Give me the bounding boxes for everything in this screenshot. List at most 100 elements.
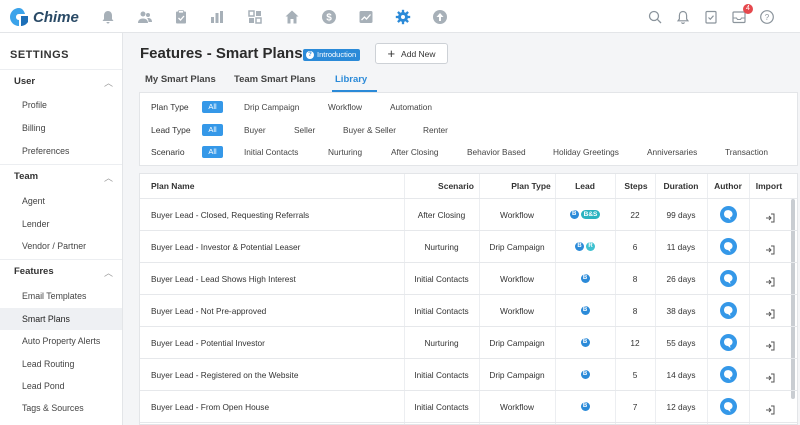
filter-automation[interactable]: Automation	[390, 102, 432, 112]
author-avatar[interactable]	[720, 206, 737, 223]
introduction-badge[interactable]: ? Introduction	[303, 49, 361, 61]
author-avatar[interactable]	[720, 398, 737, 415]
duration-cell: 26 days	[666, 274, 696, 284]
settings-icon[interactable]	[394, 8, 412, 26]
trend-icon[interactable]	[357, 8, 375, 26]
chevron-up-icon[interactable]: ︿	[104, 266, 113, 279]
import-icon[interactable]	[765, 242, 775, 255]
lead-type-badges: B	[555, 274, 615, 283]
sidebar-section-features[interactable]: Features	[14, 266, 54, 277]
table-row[interactable]: Buyer Lead - Closed, Requesting Referral…	[140, 199, 797, 230]
filter-renter[interactable]: Renter	[423, 125, 448, 135]
plan-name-cell[interactable]: Buyer Lead - Lead Shows High Interest	[151, 273, 296, 285]
lead-badge: B	[580, 402, 590, 411]
plan-type-cell: Drip Campaign	[489, 338, 545, 348]
filter-buyer[interactable]: Buyer	[244, 125, 266, 135]
sidebar-item-lead-routing[interactable]: Lead Routing	[0, 353, 122, 375]
author-avatar[interactable]	[720, 334, 737, 351]
sidebar-title: SETTINGS	[10, 49, 70, 61]
dashboard-icon[interactable]	[246, 8, 264, 26]
sidebar-item-smart-plans[interactable]: Smart Plans	[0, 308, 122, 330]
import-icon[interactable]	[765, 338, 775, 351]
filter-transaction[interactable]: Transaction	[725, 147, 768, 157]
sidebar-item-tags-sources[interactable]: Tags & Sources	[0, 397, 122, 419]
people-icon[interactable]	[136, 8, 154, 26]
plan-name-cell[interactable]: Buyer Lead - Registered on the Website	[151, 369, 298, 381]
table-row[interactable]: Buyer Lead - Potential Investor Nurturing…	[140, 327, 797, 358]
plan-type-label: Plan Type	[151, 102, 189, 112]
scenario-cell: Initial Contacts	[414, 402, 469, 412]
filter-drip-campaign[interactable]: Drip Campaign	[244, 102, 299, 112]
import-icon[interactable]	[765, 274, 775, 287]
divider	[0, 69, 122, 70]
import-icon[interactable]	[765, 306, 775, 319]
sidebar-item-vendor-partner[interactable]: Vendor / Partner	[0, 235, 122, 257]
filter-behavior-based[interactable]: Behavior Based	[467, 147, 526, 157]
sidebar-item-profile[interactable]: Profile	[0, 94, 122, 116]
tab-team-smart-plans[interactable]: Team Smart Plans	[234, 74, 316, 85]
table-row[interactable]: Buyer Lead - Lead Shows High Interest Ini…	[140, 263, 797, 294]
author-avatar[interactable]	[720, 302, 737, 319]
lead-badge: B	[575, 242, 584, 251]
table-row[interactable]: Buyer Lead - Registered on the Website In…	[140, 359, 797, 390]
table-row[interactable]: Buyer Lead - Investor & Potential Leaser…	[140, 231, 797, 262]
sidebar-item-email-templates[interactable]: Email Templates	[0, 285, 122, 307]
dollar-icon[interactable]: $	[320, 8, 338, 26]
chevron-up-icon[interactable]: ︿	[104, 171, 113, 184]
filter-workflow[interactable]: Workflow	[328, 102, 362, 112]
sidebar-section-user[interactable]: User	[14, 76, 35, 87]
inbox-icon[interactable]: 4	[730, 4, 753, 26]
clipboard-icon[interactable]	[172, 8, 190, 26]
sidebar-item-billing[interactable]: Billing	[0, 117, 122, 139]
filter-initial-contacts[interactable]: Initial Contacts	[244, 147, 298, 157]
filter-holiday-greetings[interactable]: Holiday Greetings	[553, 147, 619, 157]
filter-nurturing[interactable]: Nurturing	[328, 147, 362, 157]
scenario-cell: Initial Contacts	[414, 370, 469, 380]
sidebar-item-preferences[interactable]: Preferences	[0, 140, 122, 162]
sidebar-item-lead-pond[interactable]: Lead Pond	[0, 375, 122, 397]
plan-name-cell[interactable]: Buyer Lead - From Open House	[151, 401, 269, 413]
sidebar-item-lender[interactable]: Lender	[0, 213, 122, 235]
notification-icon[interactable]	[674, 8, 692, 26]
chime-logo[interactable]: Chime	[9, 7, 79, 27]
filter-after-closing[interactable]: After Closing	[391, 147, 439, 157]
row-divider	[140, 422, 797, 423]
bell-icon[interactable]	[99, 8, 117, 26]
table-row[interactable]: Buyer Lead - From Open House Initial Cont…	[140, 391, 797, 422]
sidebar-item-agent[interactable]: Agent	[0, 190, 122, 212]
search-icon[interactable]	[646, 8, 664, 26]
svg-text:?: ?	[765, 13, 770, 22]
tab-library[interactable]: Library	[335, 74, 367, 85]
scenario-all-button[interactable]: All	[202, 146, 223, 158]
steps-cell: 6	[632, 242, 638, 252]
author-avatar[interactable]	[720, 270, 737, 287]
plan-name-cell[interactable]: Buyer Lead - Investor & Potential Leaser	[151, 241, 300, 253]
plan-name-cell[interactable]: Buyer Lead - Closed, Requesting Referral…	[151, 209, 309, 221]
import-icon[interactable]	[765, 402, 775, 415]
import-icon[interactable]	[765, 210, 775, 223]
filter-seller[interactable]: Seller	[294, 125, 315, 135]
chevron-up-icon[interactable]: ︿	[104, 76, 113, 89]
author-avatar[interactable]	[720, 238, 737, 255]
add-new-label: Add New	[401, 48, 436, 59]
filter-buyer-seller[interactable]: Buyer & Seller	[343, 125, 396, 135]
filter-panel: Plan Type All Drip Campaign Workflow Aut…	[139, 92, 798, 166]
sidebar-section-team[interactable]: Team	[14, 171, 38, 182]
author-avatar[interactable]	[720, 366, 737, 383]
add-new-button[interactable]: + Add New	[375, 43, 448, 64]
tab-my-smart-plans[interactable]: My Smart Plans	[145, 74, 216, 85]
plan-name-cell[interactable]: Buyer Lead - Potential Investor	[151, 337, 265, 349]
import-icon[interactable]	[765, 370, 775, 383]
home-icon[interactable]	[283, 8, 301, 26]
plan-type-all-button[interactable]: All	[202, 101, 223, 113]
task-icon[interactable]	[702, 8, 720, 26]
table-row[interactable]: Buyer Lead - Not Pre-approved Initial Con…	[140, 295, 797, 326]
filter-anniversaries[interactable]: Anniversaries	[647, 147, 697, 157]
bar-chart-icon[interactable]	[208, 8, 226, 26]
help-icon[interactable]: ?	[758, 8, 776, 26]
lead-type-badges: BR	[555, 242, 615, 251]
sidebar-item-auto-property-alerts[interactable]: Auto Property Alerts	[0, 330, 122, 352]
plan-name-cell[interactable]: Buyer Lead - Not Pre-approved	[151, 305, 266, 317]
upload-icon[interactable]	[431, 8, 449, 26]
lead-type-all-button[interactable]: All	[202, 124, 223, 136]
